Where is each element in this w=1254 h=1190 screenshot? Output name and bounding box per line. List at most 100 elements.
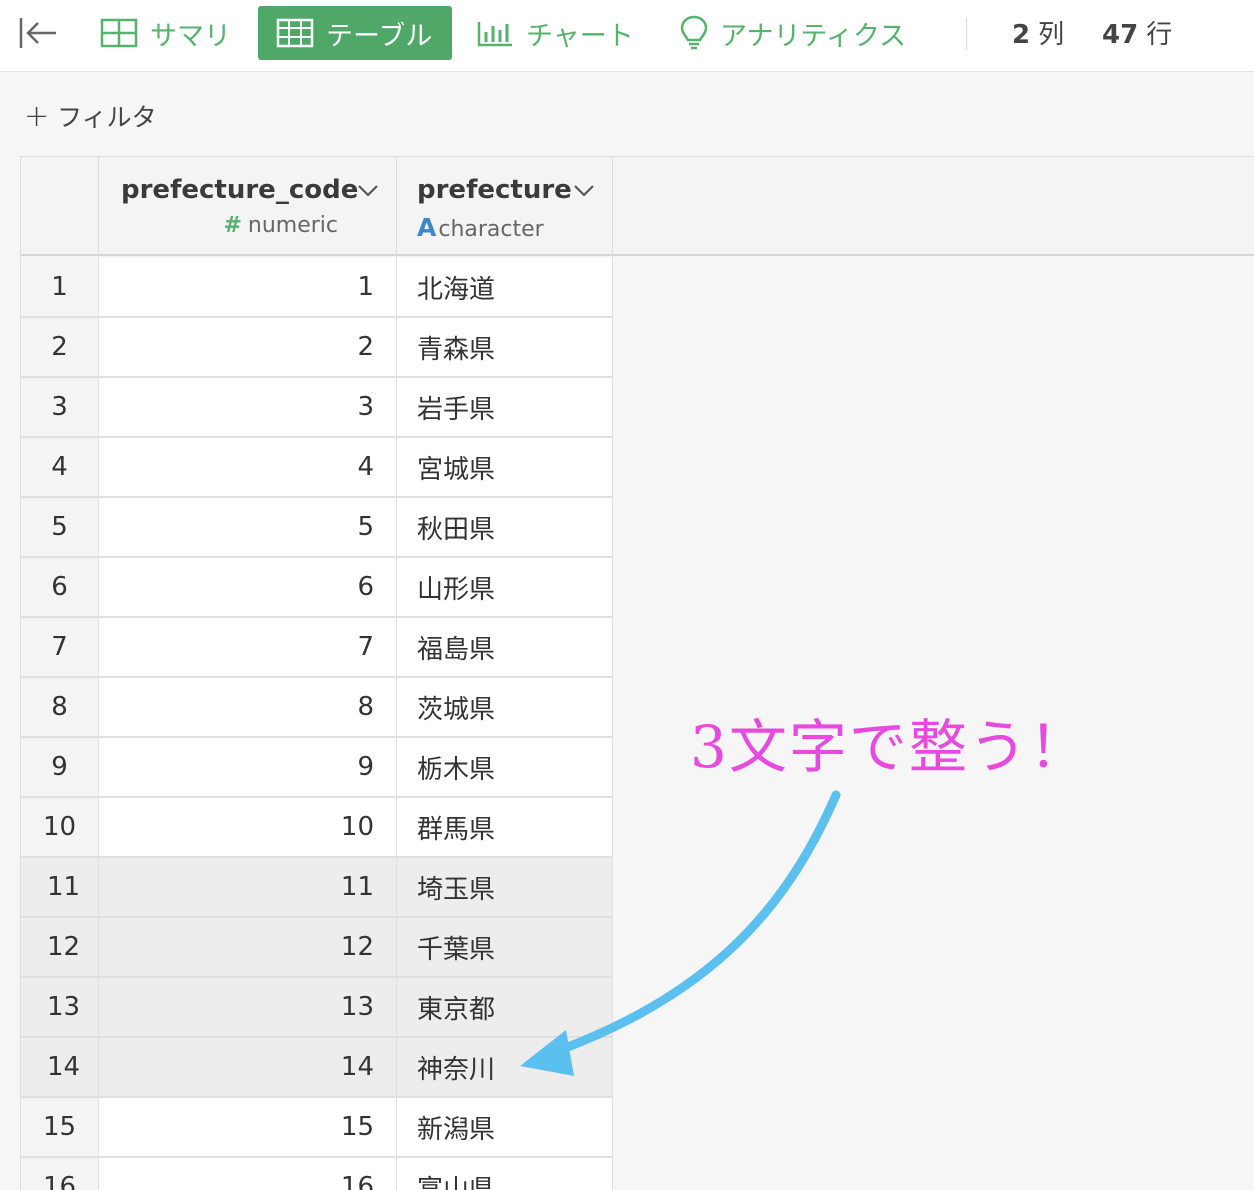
cell-prefecture-code: 5 [99, 498, 397, 558]
table-row[interactable]: 1 1 北海道 [20, 258, 613, 318]
tab-table[interactable]: テーブル [258, 6, 452, 60]
row-index: 1 [20, 258, 99, 318]
cell-prefecture-code: 13 [99, 978, 397, 1038]
row-index: 15 [20, 1098, 99, 1158]
column-type: # numeric [223, 213, 338, 238]
table-row[interactable]: 12 12 千葉県 [20, 918, 613, 978]
row-index: 14 [20, 1038, 99, 1098]
row-count-value: 47 [1102, 20, 1139, 50]
character-type-icon: A [417, 213, 437, 242]
cell-prefecture: 東京都 [397, 978, 613, 1038]
cell-prefecture-code: 16 [99, 1158, 397, 1190]
column-name: prefecture_code [121, 175, 359, 205]
add-filter-button[interactable]: + フィルタ [24, 98, 157, 134]
row-index: 16 [20, 1158, 99, 1190]
row-index: 2 [20, 318, 99, 378]
column-type-label: character [438, 217, 544, 242]
plus-icon: + [24, 98, 50, 134]
cell-prefecture: 岩手県 [397, 378, 613, 438]
chevron-down-icon[interactable] [573, 183, 595, 202]
table-row[interactable]: 16 16 富山県 [20, 1158, 613, 1190]
toolbar: サマリ テーブル チャート アナリティクス 2列 47 行 [0, 0, 1254, 72]
table-icon [276, 18, 314, 48]
column-count: 2列 [1012, 14, 1064, 51]
cell-prefecture-code: 14 [99, 1038, 397, 1098]
cell-prefecture-code: 1 [99, 258, 397, 318]
chevron-down-icon[interactable] [357, 183, 379, 202]
row-index: 10 [20, 798, 99, 858]
row-index: 6 [20, 558, 99, 618]
filter-label: フィルタ [57, 103, 157, 132]
row-index: 9 [20, 738, 99, 798]
tab-chart[interactable]: チャート [476, 6, 634, 60]
cell-prefecture-code: 10 [99, 798, 397, 858]
table-row[interactable]: 6 6 山形県 [20, 558, 613, 618]
numeric-type-icon: # [223, 213, 242, 238]
cell-prefecture: 神奈川 [397, 1038, 613, 1098]
row-index: 11 [20, 858, 99, 918]
cell-prefecture: 福島県 [397, 618, 613, 678]
column-name: prefecture [417, 175, 572, 205]
table-row[interactable]: 14 14 神奈川 [20, 1038, 613, 1098]
row-index: 4 [20, 438, 99, 498]
table-row[interactable]: 7 7 福島県 [20, 618, 613, 678]
collapse-panel-icon[interactable] [18, 14, 60, 52]
toolbar-divider [966, 18, 967, 50]
table-row[interactable]: 13 13 東京都 [20, 978, 613, 1038]
column-type-label: numeric [247, 213, 338, 238]
cell-prefecture: 茨城県 [397, 678, 613, 738]
cell-prefecture: 北海道 [397, 258, 613, 318]
table-row[interactable]: 5 5 秋田県 [20, 498, 613, 558]
cell-prefecture-code: 2 [99, 318, 397, 378]
table-row[interactable]: 11 11 埼玉県 [20, 858, 613, 918]
table-row[interactable]: 8 8 茨城県 [20, 678, 613, 738]
cell-prefecture-code: 9 [99, 738, 397, 798]
row-count: 47 行 [1102, 14, 1172, 51]
row-index: 8 [20, 678, 99, 738]
row-index: 5 [20, 498, 99, 558]
cell-prefecture-code: 6 [99, 558, 397, 618]
tab-table-label: テーブル [326, 20, 433, 52]
cell-prefecture: 青森県 [397, 318, 613, 378]
row-index: 12 [20, 918, 99, 978]
tab-analytics[interactable]: アナリティクス [680, 6, 906, 60]
column-count-value: 2 [1012, 20, 1031, 50]
bar-chart-icon [477, 22, 512, 47]
tab-summary-label: サマリ [150, 20, 231, 52]
column-header-prefecture[interactable]: prefecture Acharacter [397, 157, 613, 257]
cell-prefecture: 新潟県 [397, 1098, 613, 1158]
cell-prefecture-code: 12 [99, 918, 397, 978]
cell-prefecture-code: 7 [99, 618, 397, 678]
row-index: 13 [20, 978, 99, 1038]
column-header-prefecture-code[interactable]: prefecture_code # numeric [99, 157, 397, 257]
column-type: Acharacter [417, 213, 544, 242]
cell-prefecture: 千葉県 [397, 918, 613, 978]
data-table: prefecture_code # numeric prefecture Acha… [20, 156, 1254, 1190]
cell-prefecture: 宮城県 [397, 438, 613, 498]
row-index: 3 [20, 378, 99, 438]
table-row[interactable]: 9 9 栃木県 [20, 738, 613, 798]
tab-summary[interactable]: サマリ [100, 6, 231, 60]
cell-prefecture: 群馬県 [397, 798, 613, 858]
grid-icon [100, 18, 138, 48]
tab-chart-label: チャート [526, 20, 634, 52]
table-row[interactable]: 2 2 青森県 [20, 318, 613, 378]
annotation-text: 3文字で整う！ [690, 713, 1089, 781]
row-index-header [20, 157, 99, 257]
cell-prefecture: 山形県 [397, 558, 613, 618]
table-row[interactable]: 15 15 新潟県 [20, 1098, 613, 1158]
tab-analytics-label: アナリティクス [720, 20, 907, 52]
cell-prefecture: 富山県 [397, 1158, 613, 1190]
table-header: prefecture_code # numeric prefecture Acha… [20, 156, 1254, 257]
table-row[interactable]: 4 4 宮城県 [20, 438, 613, 498]
table-row[interactable]: 10 10 群馬県 [20, 798, 613, 858]
cell-prefecture: 埼玉県 [397, 858, 613, 918]
lightbulb-icon [680, 15, 708, 50]
cell-prefecture-code: 11 [99, 858, 397, 918]
cell-prefecture: 秋田県 [397, 498, 613, 558]
column-count-unit: 列 [1038, 20, 1065, 50]
cell-prefecture-code: 8 [99, 678, 397, 738]
table-row[interactable]: 3 3 岩手県 [20, 378, 613, 438]
cell-prefecture-code: 4 [99, 438, 397, 498]
row-index: 7 [20, 618, 99, 678]
